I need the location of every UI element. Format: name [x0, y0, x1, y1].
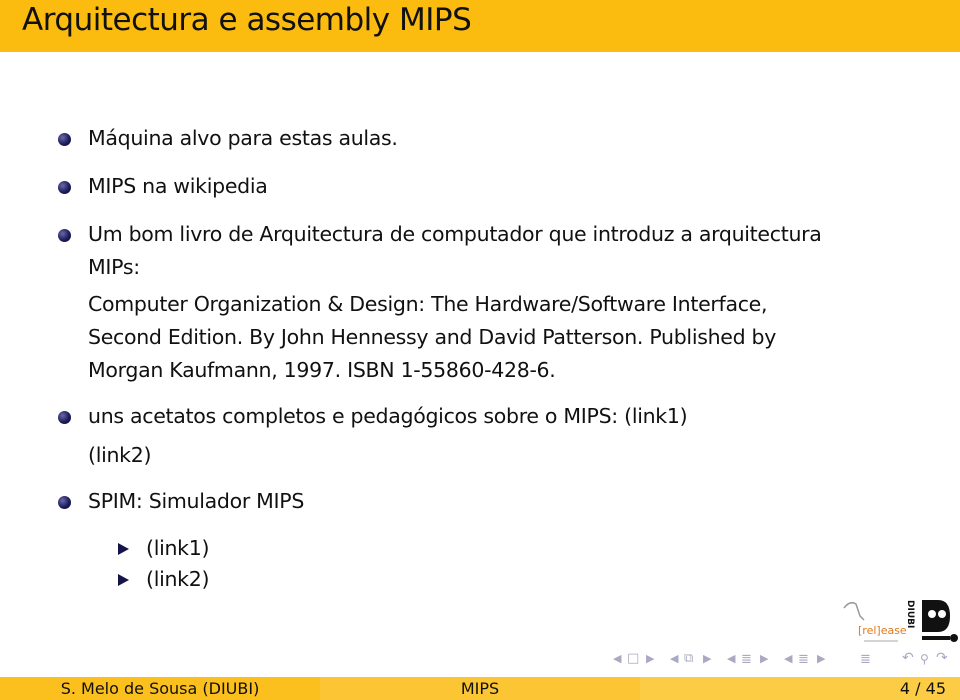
footer-title: MIPS	[320, 677, 640, 700]
institution-logos: [rel]ease DIUBI	[840, 596, 958, 646]
book-reference-line3: Morgan Kaufmann, 1997. ISBN 1-55860-428-…	[88, 358, 556, 382]
spim-link1[interactable]: (link1)	[146, 532, 210, 565]
slides-link1[interactable]: (link1)	[624, 404, 688, 428]
nav-right-icon[interactable]: ▶	[703, 652, 711, 665]
book-reference: Computer Organization & Design: The Hard…	[88, 288, 776, 387]
bullet-icon	[58, 133, 71, 146]
spim-link2[interactable]: (link2)	[146, 563, 210, 596]
page-number: 4 / 45	[899, 679, 946, 698]
slide-header: Arquitectura e assembly MIPS	[0, 0, 960, 52]
book-reference-line2: Second Edition. By John Hennessy and Dav…	[88, 325, 777, 349]
nav-right-icon[interactable]: ▶	[760, 652, 768, 665]
nav-right-icon[interactable]: ▶	[817, 652, 825, 665]
bullet-icon	[58, 181, 71, 194]
item-slides: uns acetatos completos e pedagógicos sob…	[88, 400, 688, 472]
nav-left-icon[interactable]: ◀	[613, 652, 621, 665]
subsection-icon[interactable]: ⧉	[684, 651, 693, 666]
slide-title: Arquitectura e assembly MIPS	[22, 2, 472, 38]
footer-page-section: 4 / 45	[640, 677, 960, 700]
redo-icon[interactable]: ↷	[936, 650, 948, 666]
bullet-icon	[58, 496, 71, 509]
item-spim: SPIM: Simulador MIPS	[88, 489, 305, 513]
outline-icon[interactable]: ≣	[860, 652, 871, 667]
slides-link2[interactable]: (link2)	[88, 443, 152, 467]
link-mips-wikipedia[interactable]: MIPS na wikipedia	[88, 170, 268, 203]
footer-author: S. Melo de Sousa (DIUBI)	[0, 677, 320, 700]
undo-icon[interactable]: ↶	[902, 650, 914, 666]
bullet-icon	[58, 229, 71, 242]
item-book-intro-line1: Um bom livro de Arquitectura de computad…	[88, 222, 822, 246]
search-icon[interactable]: ⚲	[920, 652, 929, 666]
release-logo-text: [rel]ease	[858, 624, 907, 637]
section-list-icon[interactable]: ≣	[798, 652, 809, 667]
triangle-bullet-icon	[118, 543, 129, 555]
item-book-intro: Um bom livro de Arquitectura de computad…	[88, 218, 822, 284]
frame-icon[interactable]: □	[627, 651, 639, 666]
section-icon[interactable]: ≣	[741, 652, 752, 667]
item-slides-text: uns acetatos completos e pedagógicos sob…	[88, 404, 618, 428]
bullet-icon	[58, 411, 71, 424]
nav-right-icon[interactable]: ▶	[646, 652, 654, 665]
diubi-logo-icon: DIUBI	[905, 600, 958, 642]
slide-footer: S. Melo de Sousa (DIUBI) MIPS 4 / 45	[0, 677, 960, 700]
item-book-intro-line2: MIPs:	[88, 255, 140, 279]
book-reference-line1: Computer Organization & Design: The Hard…	[88, 292, 768, 316]
item-target-machine: Máquina alvo para estas aulas.	[88, 126, 398, 150]
nav-left-icon[interactable]: ◀	[784, 652, 792, 665]
triangle-bullet-icon	[118, 574, 129, 586]
svg-text:DIUBI: DIUBI	[905, 600, 915, 628]
nav-left-icon[interactable]: ◀	[727, 652, 735, 665]
nav-left-icon[interactable]: ◀	[670, 652, 678, 665]
